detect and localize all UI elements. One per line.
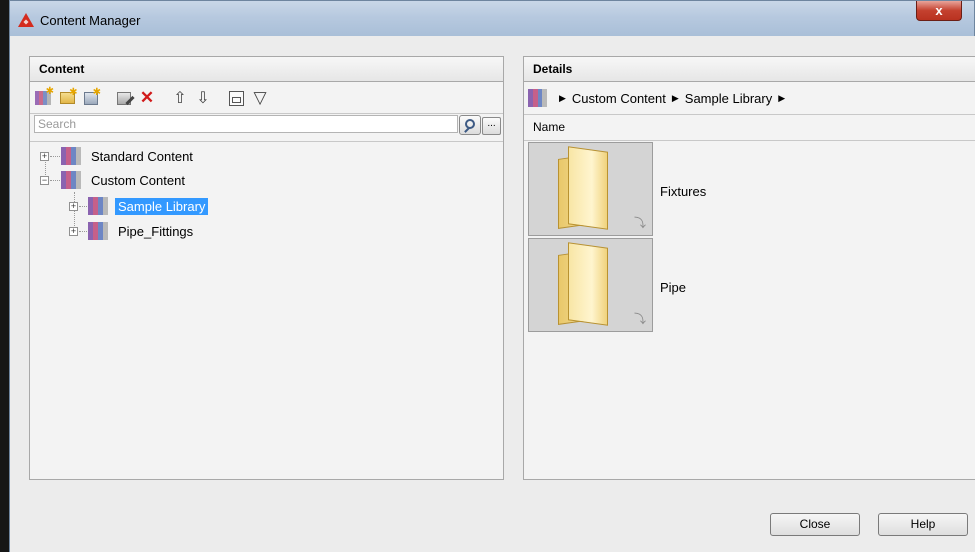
edit-icon[interactable] bbox=[115, 89, 135, 107]
breadcrumb-item[interactable]: Sample Library bbox=[685, 91, 772, 106]
tree-node-pipe-fittings[interactable]: + Pipe_Fittings bbox=[69, 220, 196, 242]
expand-icon[interactable]: + bbox=[69, 226, 78, 236]
dialog-body: Content ✱ ✱ ✱ ✕ ⇧ ⇩ ▽ Search ... + Stand… bbox=[9, 36, 975, 552]
new-folder-icon[interactable]: ✱ bbox=[58, 87, 78, 107]
delete-icon[interactable]: ✕ bbox=[138, 88, 156, 107]
folder-item-label[interactable]: Pipe bbox=[660, 280, 686, 295]
details-panel-header: Details bbox=[524, 57, 975, 82]
content-arrow-icon: ⤵ bbox=[633, 312, 646, 326]
content-tree: + Standard Content − Custom Content + Sa… bbox=[30, 141, 503, 479]
window-title: Content Manager bbox=[40, 13, 141, 28]
move-down-icon[interactable]: ⇩ bbox=[194, 89, 212, 107]
tree-node-sample-library[interactable]: + Sample Library bbox=[69, 195, 209, 217]
tree-node-label: Sample Library bbox=[115, 197, 209, 215]
tree-node-label: Pipe_Fittings bbox=[118, 223, 194, 239]
collapse-icon[interactable]: − bbox=[40, 175, 49, 185]
move-up-icon[interactable]: ⇧ bbox=[171, 89, 189, 107]
tree-node-label: Custom Content bbox=[91, 172, 185, 188]
folder-item-pipe[interactable]: ⤵ bbox=[528, 238, 653, 332]
title-bar[interactable]: Content Manager x bbox=[9, 0, 975, 36]
add-to-drawing-icon[interactable] bbox=[227, 89, 245, 107]
content-manager-window: Content Manager x Content ✱ ✱ ✱ ✕ ⇧ ⇩ ▽ … bbox=[0, 0, 975, 552]
tree-node-standard-content[interactable]: + Standard Content bbox=[40, 145, 196, 167]
breadcrumb-arrow-icon[interactable]: ▶ bbox=[778, 93, 785, 104]
more-options-button[interactable]: ... bbox=[482, 117, 501, 135]
content-arrow-icon: ⤵ bbox=[633, 216, 646, 230]
details-panel: Details ▶ Custom Content ▶ Sample Librar… bbox=[523, 56, 975, 480]
folder-item-label[interactable]: Fixtures bbox=[660, 184, 706, 199]
content-toolbar: ✱ ✱ ✱ ✕ ⇧ ⇩ ▽ bbox=[30, 82, 503, 114]
breadcrumb-arrow-icon: ▶ bbox=[559, 92, 566, 103]
library-icon bbox=[88, 220, 110, 242]
expand-icon[interactable]: + bbox=[69, 201, 78, 211]
name-column-header[interactable]: Name bbox=[524, 115, 975, 141]
library-icon bbox=[61, 145, 83, 167]
library-icon bbox=[88, 195, 110, 217]
breadcrumb-item[interactable]: Custom Content bbox=[572, 91, 666, 106]
content-panel-header: Content bbox=[30, 57, 503, 82]
folder-item-fixtures[interactable]: ⤵ bbox=[528, 142, 653, 236]
breadcrumb-arrow-icon: ▶ bbox=[671, 92, 679, 103]
close-button[interactable]: Close bbox=[770, 513, 860, 536]
help-button[interactable]: Help bbox=[878, 513, 968, 536]
library-icon bbox=[61, 169, 83, 191]
new-library-icon[interactable]: ✱ bbox=[34, 86, 54, 107]
search-input[interactable]: Search bbox=[34, 115, 458, 133]
search-button[interactable] bbox=[459, 115, 481, 135]
library-icon bbox=[528, 87, 548, 109]
window-close-button[interactable]: x bbox=[916, 1, 962, 21]
search-row: Search ... bbox=[30, 114, 503, 140]
filter-icon[interactable]: ▽ bbox=[251, 88, 269, 107]
breadcrumb: ▶ Custom Content ▶ Sample Library ▶ bbox=[524, 82, 975, 115]
content-panel: Content ✱ ✱ ✱ ✕ ⇧ ⇩ ▽ Search ... + Stand… bbox=[29, 56, 504, 480]
tree-node-label: Standard Content bbox=[91, 148, 193, 164]
add-content-icon[interactable]: ✱ bbox=[82, 87, 101, 107]
expand-icon[interactable]: + bbox=[40, 151, 49, 161]
tree-node-custom-content[interactable]: − Custom Content bbox=[40, 169, 188, 191]
autocad-logo-icon bbox=[18, 13, 34, 27]
